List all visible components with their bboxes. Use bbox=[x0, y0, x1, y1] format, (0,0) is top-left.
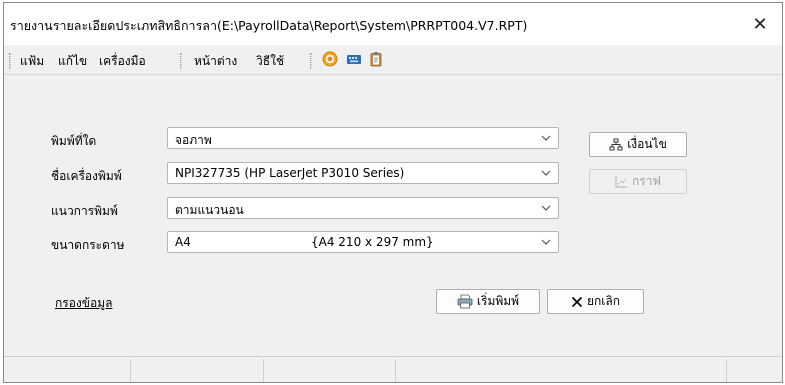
graph-button-label: กราฟ bbox=[632, 174, 661, 188]
paper-size-detail: {A4 210 x 297 mm} bbox=[311, 235, 434, 249]
condition-button-label: เงื่อนไข bbox=[627, 137, 667, 151]
toolbar-grip[interactable] bbox=[180, 53, 182, 69]
printer-select[interactable]: NPI327735 (HP LaserJet P3010 Series) bbox=[167, 162, 559, 184]
condition-button[interactable]: เงื่อนไข bbox=[589, 132, 687, 157]
start-print-button-label: เริ่มพิมพ์ bbox=[476, 294, 520, 308]
print-to-select[interactable]: จอภาพ bbox=[167, 127, 559, 149]
start-print-button[interactable]: เริ่มพิมพ์ bbox=[436, 289, 540, 314]
report-dialog: รายงานรายละเอียดประเภทสิทธิการลา(E:\Payr… bbox=[3, 2, 783, 383]
clipboard-icon[interactable] bbox=[368, 51, 384, 67]
status-divider bbox=[395, 359, 396, 382]
menu-edit[interactable]: แก้ไข bbox=[58, 52, 87, 71]
menu-help[interactable]: วิธีใช้ bbox=[256, 52, 284, 71]
close-icon bbox=[571, 296, 583, 307]
cancel-button-label: ยกเลิก bbox=[586, 294, 621, 308]
menu-tools[interactable]: เครื่องมือ bbox=[99, 52, 146, 71]
toolbar-grip[interactable] bbox=[310, 53, 312, 69]
graph-icon bbox=[615, 176, 628, 188]
menu-bar: แฟ้ม แก้ไข เครื่องมือ หน้าต่าง วิธีใช้ bbox=[4, 45, 782, 75]
cancel-button[interactable]: ยกเลิก bbox=[547, 289, 644, 314]
print-to-value: จอภาพ bbox=[175, 133, 212, 147]
toolbar-grip[interactable] bbox=[9, 53, 11, 69]
status-bar bbox=[4, 356, 782, 382]
paper-size-select[interactable]: A4 {A4 210 x 297 mm} bbox=[167, 231, 559, 253]
close-button[interactable]: ✕ bbox=[738, 3, 782, 45]
window-title: รายงานรายละเอียดประเภทสิทธิการลา(E:\Payr… bbox=[10, 18, 528, 33]
chevron-down-icon bbox=[541, 205, 551, 211]
chevron-down-icon bbox=[541, 239, 551, 245]
orientation-label: แนวการพิมพ์ bbox=[51, 204, 118, 218]
target-icon[interactable] bbox=[322, 51, 338, 67]
status-divider bbox=[130, 359, 131, 382]
paper-size-value: A4 bbox=[175, 235, 191, 249]
orientation-select[interactable]: ตามแนวนอน bbox=[167, 197, 559, 219]
printer-icon bbox=[457, 294, 473, 309]
close-icon: ✕ bbox=[752, 13, 768, 35]
title-bar: รายงานรายละเอียดประเภทสิทธิการลา(E:\Payr… bbox=[4, 3, 782, 45]
print-to-label: พิมพ์ที่ใด bbox=[51, 134, 97, 148]
status-divider bbox=[263, 359, 264, 382]
graph-button[interactable]: กราฟ bbox=[589, 169, 687, 194]
keyboard-icon[interactable] bbox=[346, 51, 362, 67]
status-divider bbox=[726, 359, 727, 382]
chevron-down-icon bbox=[541, 135, 551, 141]
paper-size-label: ขนาดกระดาษ bbox=[51, 238, 125, 252]
menu-window[interactable]: หน้าต่าง bbox=[194, 52, 237, 71]
filter-data-link[interactable]: กรองข้อมูล bbox=[55, 294, 112, 313]
orientation-value: ตามแนวนอน bbox=[175, 203, 244, 217]
hierarchy-icon bbox=[609, 138, 623, 150]
menu-file[interactable]: แฟ้ม bbox=[20, 52, 44, 71]
printer-value: NPI327735 (HP LaserJet P3010 Series) bbox=[175, 166, 405, 180]
chevron-down-icon bbox=[541, 170, 551, 176]
printer-label: ชื่อเครื่องพิมพ์ bbox=[51, 169, 122, 183]
